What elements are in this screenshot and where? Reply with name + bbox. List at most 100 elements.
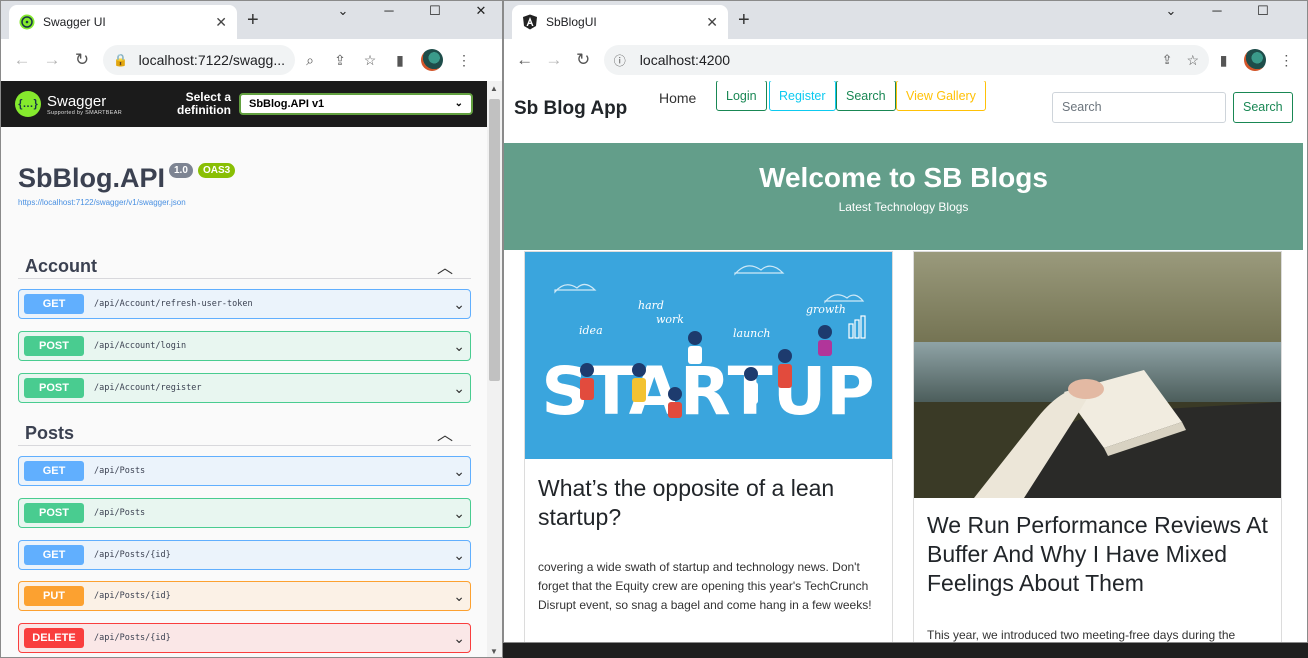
select-definition-label: Select a definition <box>177 91 231 117</box>
tab-strip: Swagger UI ✕ + ⌄ ─ ☐ ✕ <box>1 1 502 39</box>
maximize-button[interactable]: ☐ <box>412 1 458 23</box>
side-panel-icon[interactable]: ▮ <box>1209 52 1238 69</box>
menu-kebab-icon[interactable]: ⋮ <box>449 52 479 69</box>
maximize-button[interactable]: ☐ <box>1240 1 1286 23</box>
share-icon[interactable]: ⇪ <box>325 52 355 69</box>
operation-row[interactable]: PUT /api/Posts/{id} ⌄ <box>18 581 471 611</box>
operation-row[interactable]: POST /api/Account/register ⌄ <box>18 373 471 403</box>
reload-button[interactable]: ↻ <box>569 50 598 70</box>
taskbar-strip <box>503 643 1308 658</box>
definition-select-value: SbBlog.API v1 <box>249 98 325 110</box>
login-button[interactable]: Login <box>716 81 767 111</box>
reload-button[interactable]: ↻ <box>67 50 97 70</box>
card-title[interactable]: What’s the opposite of a lean startup? <box>538 474 883 532</box>
back-button[interactable]: ← <box>510 50 539 70</box>
method-badge: PUT <box>24 586 84 606</box>
operation-row[interactable]: GET /api/Posts/{id} ⌄ <box>18 540 471 570</box>
blog-browser-window: SbBlogUI ✕ + ⌄ ─ ☐ ← → ↻ ⓘ localhost:420… <box>503 0 1308 643</box>
new-tab-button[interactable]: + <box>738 9 750 32</box>
window-controls: ⌄ ─ ☐ ✕ <box>320 1 502 23</box>
search-nav-button[interactable]: Search <box>836 81 896 111</box>
bookmark-star-icon[interactable]: ☆ <box>355 52 385 69</box>
scroll-up-arrow-icon[interactable]: ▲ <box>490 84 498 93</box>
minimize-button[interactable]: ─ <box>1194 1 1240 23</box>
method-badge: POST <box>24 378 84 398</box>
section-title: Account <box>25 256 97 276</box>
operation-row[interactable]: POST /api/Posts ⌄ <box>18 498 471 528</box>
close-tab-icon[interactable]: ✕ <box>215 14 227 31</box>
blog-card[interactable]: We Run Performance Reviews At Buffer And… <box>913 251 1282 642</box>
method-badge: GET <box>24 545 84 565</box>
address-text: localhost:4200 <box>639 52 731 68</box>
chevron-up-icon[interactable]: ︿ <box>437 254 453 278</box>
chevron-down-icon: ⌄ <box>453 295 465 312</box>
method-badge: GET <box>24 461 84 481</box>
notebook-photo-image <box>914 252 1281 498</box>
operation-row[interactable]: GET /api/Account/refresh-user-token ⌄ <box>18 289 471 319</box>
blog-page: Sb Blog App Home Login Register Search V… <box>504 81 1307 642</box>
version-badge: 1.0 <box>169 163 193 178</box>
zoom-icon[interactable]: ⌕ <box>295 52 325 69</box>
back-button[interactable]: ← <box>7 50 37 70</box>
chevron-down-icon: ⌄ <box>453 462 465 479</box>
address-bar[interactable]: ⓘ localhost:4200 ⇪ ☆ <box>603 45 1210 75</box>
menu-kebab-icon[interactable]: ⋮ <box>1272 52 1301 69</box>
search-button[interactable]: Search <box>1233 92 1293 123</box>
chevron-down-icon: ⌄ <box>453 629 465 646</box>
scrollbar-thumb[interactable] <box>489 99 500 381</box>
swagger-browser-window: Swagger UI ✕ + ⌄ ─ ☐ ✕ ← → ↻ 🔒 localhost… <box>0 0 503 658</box>
tab-title: SbBlogUI <box>546 15 597 29</box>
bookmark-star-icon[interactable]: ☆ <box>1186 52 1199 69</box>
view-gallery-button[interactable]: View Gallery <box>896 81 986 111</box>
register-button[interactable]: Register <box>769 81 836 111</box>
scroll-down-arrow-icon[interactable]: ▼ <box>490 647 498 656</box>
search-input[interactable]: Search <box>1052 92 1226 123</box>
page-scrollbar[interactable]: ▲ ▼ <box>487 81 502 657</box>
operation-path: /api/Posts <box>94 466 146 476</box>
spec-url-link[interactable]: https://localhost:7122/swagger/v1/swagge… <box>18 198 186 207</box>
profile-avatar[interactable] <box>421 49 443 71</box>
share-icon[interactable]: ⇪ <box>1162 52 1173 68</box>
chevron-down-icon[interactable]: ⌄ <box>320 1 366 23</box>
close-window-button[interactable]: ✕ <box>458 1 502 23</box>
swagger-favicon-icon <box>19 14 35 30</box>
minimize-button[interactable]: ─ <box>366 1 412 23</box>
chevron-up-icon[interactable]: ︿ <box>437 421 453 445</box>
operation-row[interactable]: GET /api/Posts ⌄ <box>18 456 471 486</box>
chevron-down-icon[interactable]: ⌄ <box>1148 1 1194 23</box>
image-word: launch <box>733 327 771 340</box>
nav-home-link[interactable]: Home <box>659 90 696 106</box>
definition-select[interactable]: SbBlog.API v1 ⌄ <box>239 93 473 115</box>
profile-avatar[interactable] <box>1244 49 1266 71</box>
tab-strip: SbBlogUI ✕ + ⌄ ─ ☐ <box>504 1 1307 39</box>
section-posts[interactable]: Posts ︿ <box>18 416 471 446</box>
close-tab-icon[interactable]: ✕ <box>706 14 718 31</box>
swagger-brand-sub: Supported by SMARTBEAR <box>47 109 122 116</box>
angular-favicon-icon <box>523 14 537 30</box>
side-panel-icon[interactable]: ▮ <box>385 52 415 69</box>
chevron-down-icon: ⌄ <box>453 546 465 563</box>
forward-button[interactable]: → <box>539 50 568 70</box>
card-title[interactable]: We Run Performance Reviews At Buffer And… <box>927 511 1272 598</box>
blog-card[interactable]: hard work growth idea launch STARTUP Wha… <box>524 251 893 642</box>
window-controls: ⌄ ─ ☐ <box>1148 1 1286 23</box>
method-badge: DELETE <box>24 628 84 648</box>
card-body: This year, we introduced two meeting-fre… <box>927 628 1236 642</box>
operation-row[interactable]: POST /api/Account/login ⌄ <box>18 331 471 361</box>
swagger-brand-name: Swagger <box>47 92 107 110</box>
chevron-down-icon: ⌄ <box>453 587 465 604</box>
address-bar[interactable]: 🔒 localhost:7122/swagg... <box>103 45 295 75</box>
tab-sbblogui[interactable]: SbBlogUI ✕ <box>512 5 728 39</box>
section-title: Posts <box>25 423 75 443</box>
method-badge: POST <box>24 503 84 523</box>
select-label-line1: Select a <box>185 90 231 104</box>
image-word: hard <box>638 299 664 312</box>
section-account[interactable]: Account ︿ <box>18 249 471 279</box>
operation-row[interactable]: DELETE /api/Posts/{id} ⌄ <box>18 623 471 653</box>
brand-logo[interactable]: Sb Blog App <box>514 98 627 120</box>
tab-swagger-ui[interactable]: Swagger UI ✕ <box>9 5 237 39</box>
forward-button[interactable]: → <box>37 50 67 70</box>
operation-path: /api/Posts/{id} <box>94 550 171 560</box>
new-tab-button[interactable]: + <box>247 9 259 32</box>
operation-path: /api/Account/refresh-user-token <box>94 299 253 309</box>
